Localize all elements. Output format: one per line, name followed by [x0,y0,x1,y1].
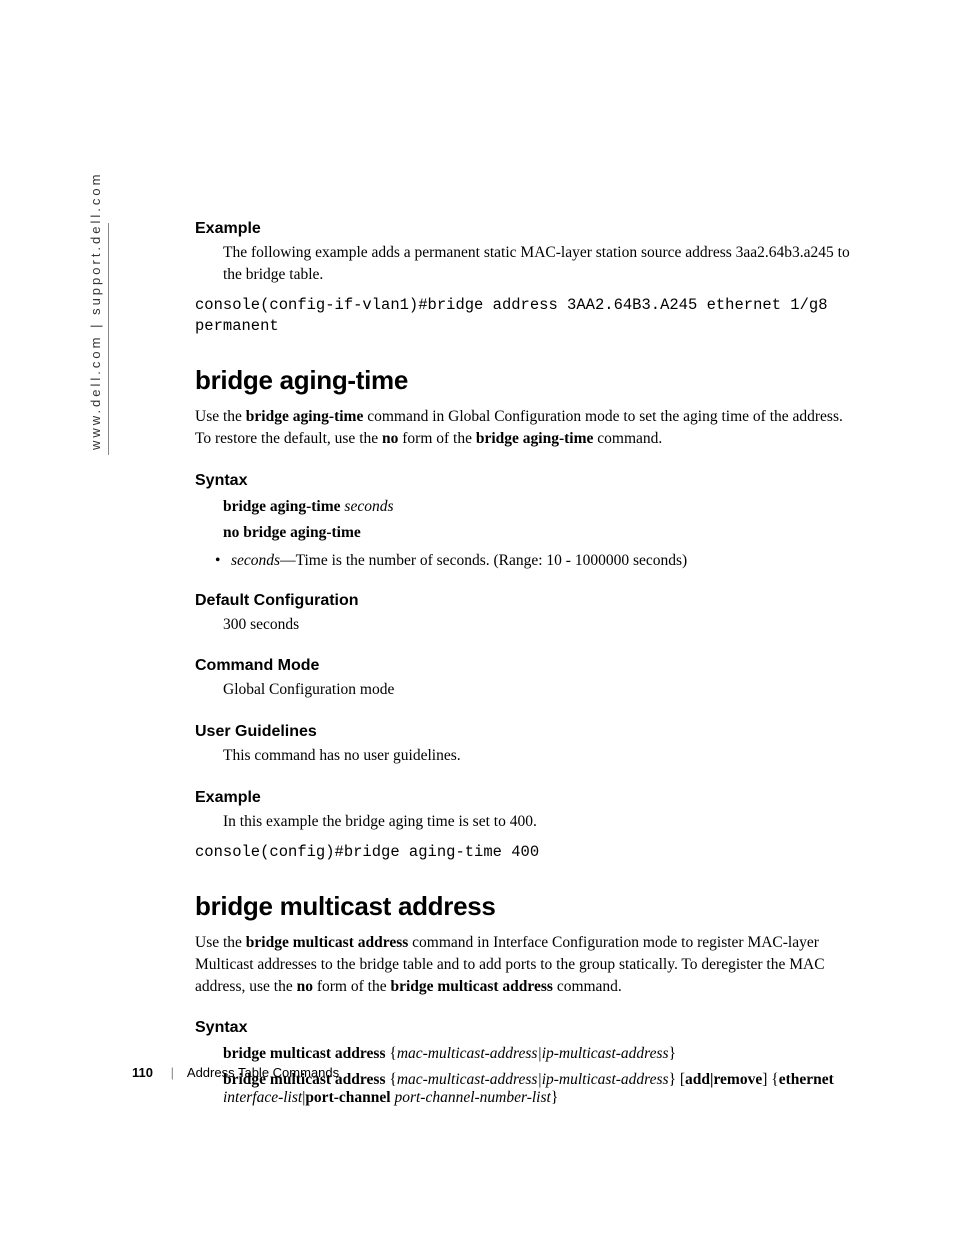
text: command. [553,978,622,995]
syntax-heading: Syntax [195,472,855,490]
cmd-name: bridge multicast address [390,978,552,995]
syntax-line-3: bridge multicast address {mac-multicast-… [223,1045,855,1063]
text: Use the [195,934,246,951]
sidebar-divider [108,223,109,455]
aging-intro: Use the bridge aging-time command in Glo… [195,406,855,449]
section-title-multicast: bridge multicast address [195,891,855,922]
code-example-1: console(config-if-vlan1)#bridge address … [195,295,855,337]
syntax-command: bridge aging-time [223,498,344,515]
port-channel-kw: port-channel [305,1089,390,1106]
text: form of the [313,978,390,995]
command-mode-text: Global Configuration mode [223,679,855,701]
default-config-text: 300 seconds [223,614,855,636]
brace: { [385,1045,396,1062]
syntax-line-1: bridge aging-time seconds [223,498,855,516]
user-guidelines-heading: User Guidelines [195,723,855,741]
syntax-heading-2: Syntax [195,1019,855,1037]
syntax-command: no bridge aging-time [223,524,361,541]
multicast-intro: Use the bridge multicast address command… [195,932,855,997]
no-keyword: no [297,978,313,995]
brace: { [385,1071,396,1088]
param-name: seconds [231,552,280,569]
syntax-param: mac-multicast-address|ip-multicast-addre… [397,1071,669,1088]
text: Use the [195,408,246,425]
footer-separator-icon: | [171,1065,174,1080]
cmd-name: bridge aging-time [246,408,364,425]
param-desc: —Time is the number of seconds. (Range: … [280,552,687,569]
bullet-icon: • [215,552,231,570]
brace: } [669,1045,676,1062]
brace: } [551,1089,558,1106]
command-mode-heading: Command Mode [195,657,855,675]
page-footer: 110 | Address Table Commands [132,1065,339,1080]
syntax-param: mac-multicast-address|ip-multicast-addre… [397,1045,669,1062]
footer-section-name: Address Table Commands [187,1065,339,1080]
cmd-name: bridge multicast address [246,934,408,951]
example-heading-2: Example [195,789,855,807]
sidebar-url: www.dell.com | support.dell.com [88,172,103,450]
example-text-2: In this example the bridge aging time is… [223,811,855,833]
text: command. [593,430,662,447]
cmd-name: bridge aging-time [476,430,594,447]
example-text: The following example adds a permanent s… [223,242,855,285]
syntax-line-2: no bridge aging-time [223,524,855,542]
page-number: 110 [132,1065,153,1080]
no-keyword: no [382,430,398,447]
user-guidelines-text: This command has no user guidelines. [223,745,855,767]
default-config-heading: Default Configuration [195,592,855,610]
syntax-param: seconds [344,498,393,515]
add-remove: add|remove [685,1071,762,1088]
text: form of the [398,430,475,447]
brace: ] { [762,1071,778,1088]
brace: } [ [669,1071,685,1088]
syntax-command: bridge multicast address [223,1045,385,1062]
section-title-aging: bridge aging-time [195,365,855,396]
param-bullet: •seconds—Time is the number of seconds. … [215,552,855,570]
ethernet-kw: ethernet [779,1071,834,1088]
code-example-2: console(config)#bridge aging-time 400 [195,842,855,863]
page-content: Example The following example adds a per… [195,220,855,1115]
example-heading: Example [195,220,855,238]
interface-list: interface-list [223,1089,302,1106]
port-channel-list: port-channel-number-list [394,1089,550,1106]
